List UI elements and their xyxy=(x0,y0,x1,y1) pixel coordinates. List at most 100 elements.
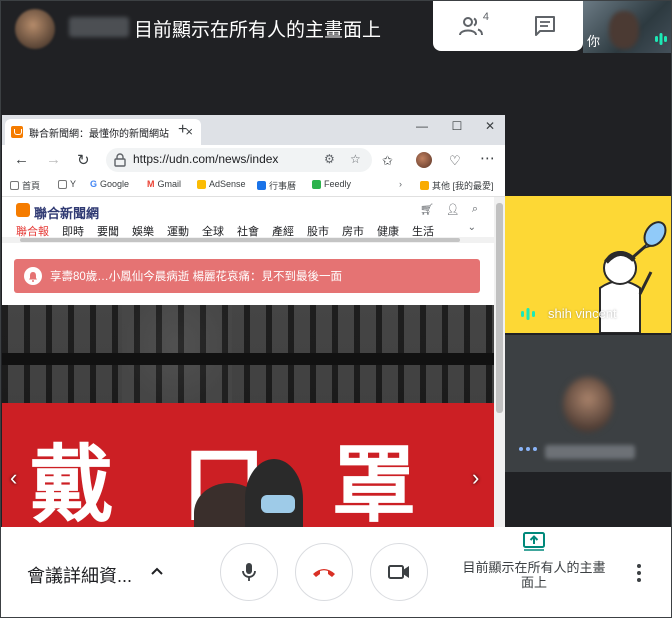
banner-character: 戴 xyxy=(30,435,115,527)
cart-icon[interactable]: 🛒︎ xyxy=(420,203,434,216)
user-icon[interactable]: 👤︎ xyxy=(446,203,460,216)
bookmarks-overflow-icon[interactable]: › xyxy=(399,179,402,189)
audio-level-icon xyxy=(521,308,535,320)
presenting-status: 目前顯示在所有人的主畫面上 xyxy=(462,560,606,590)
bookmark-calendar[interactable]: 行事曆 xyxy=(257,179,296,192)
address-bar[interactable]: https://udn.com/news/index ⚙ ☆ xyxy=(106,148,372,172)
shared-screen: 聯合新聞網：最懂你的新聞網站 × + — ☐ ✕ ← → ↻ https://u… xyxy=(2,115,505,527)
bookmark-label: Feedly xyxy=(324,179,352,189)
news-photo[interactable]: 戴 口 罩 ‹ › xyxy=(2,305,494,527)
site-logo[interactable]: 聯合新聞網 xyxy=(34,203,99,222)
horizontal-scrollbar[interactable] xyxy=(2,237,494,243)
audio-dots-icon xyxy=(519,447,537,451)
presenter-name-blurred xyxy=(69,17,129,37)
bookmark-label: Gmail xyxy=(157,179,182,189)
minimize-icon[interactable]: — xyxy=(407,119,437,133)
site-header: 聯合新聞網 🛒︎ 👤︎ ⌕ 聯合報 即時 要聞 娛樂 運動 全球 社會 產經 股… xyxy=(2,197,494,238)
feedly-icon xyxy=(312,179,321,189)
maximize-icon[interactable]: ☐ xyxy=(442,119,472,133)
participant-tile[interactable]: shih vincent xyxy=(505,196,671,333)
gmail-icon: M xyxy=(147,179,155,189)
vertical-scrollbar[interactable] xyxy=(494,197,505,527)
hang-up-icon xyxy=(313,569,335,577)
lock-icon xyxy=(114,153,126,167)
presenter-avatar xyxy=(15,9,55,49)
bookmark-label: 首頁 xyxy=(22,181,41,191)
udn-logo-icon xyxy=(16,203,30,217)
bookmark-other[interactable]: 其他 [我的最愛] xyxy=(420,179,494,192)
google-icon: G xyxy=(90,179,98,189)
profile-avatar[interactable] xyxy=(416,152,432,168)
breaking-news-alert[interactable]: 享壽80歲…小鳳仙今晨病逝 楊麗花哀痛：見不到最後一面 xyxy=(14,259,480,293)
bookmark-home[interactable]: 首頁 xyxy=(10,179,40,192)
star-icon[interactable]: ☆ xyxy=(350,152,361,166)
present-screen-icon xyxy=(523,532,545,551)
chat-button[interactable] xyxy=(525,11,565,41)
feedback-icon[interactable]: ♡ xyxy=(449,153,461,169)
leave-call-button[interactable] xyxy=(295,543,353,601)
alert-text: 享壽80歲…小鳳仙今晨病逝 楊麗花哀痛：見不到最後一面 xyxy=(50,271,342,283)
adsense-icon xyxy=(197,179,206,189)
more-options-icon[interactable] xyxy=(629,561,649,585)
banner-character: 罩 xyxy=(332,435,417,527)
chevron-up-icon[interactable] xyxy=(149,563,165,579)
url-text: https://udn.com/news/index xyxy=(133,152,279,166)
meeting-details-button[interactable]: 會議詳細資... xyxy=(27,562,132,588)
bookmarks-bar: 首頁 Y G Google M Gmail AdSense 行事曆 Feedly ›… xyxy=(2,175,505,197)
mic-button[interactable] xyxy=(220,543,278,601)
bell-icon xyxy=(24,267,42,285)
top-panel: 4 xyxy=(433,1,583,51)
people-count-badge: 4 xyxy=(482,11,489,23)
people-button[interactable]: 4 xyxy=(451,11,491,41)
participant-name-blurred xyxy=(545,445,635,459)
reload-icon[interactable]: ↻ xyxy=(77,151,90,169)
horizontal-scroll-thumb[interactable] xyxy=(20,238,460,242)
carousel-prev-icon[interactable]: ‹ xyxy=(10,465,17,491)
bookmark-label: 行事曆 xyxy=(269,181,297,191)
microphone-icon xyxy=(242,563,256,581)
carousel-next-icon[interactable]: › xyxy=(472,465,479,491)
face-mask xyxy=(261,495,295,513)
present-now-button[interactable]: 目前顯示在所有人的主畫面上 xyxy=(459,531,609,590)
collections-icon[interactable]: ✩ xyxy=(382,153,393,169)
browser-tabstrip: 聯合新聞網：最懂你的新聞網站 × + — ☐ ✕ xyxy=(2,115,505,145)
folder-icon xyxy=(420,181,429,190)
camera-button[interactable] xyxy=(370,543,428,601)
meet-window: 目前顯示在所有人的主畫面上 4 你 聯合新聞網：最懂你的新聞網站 × + — ☐… xyxy=(0,0,672,618)
page-icon xyxy=(58,179,67,189)
people-icon xyxy=(459,17,483,36)
tab-title: 聯合新聞網：最懂你的新聞網站 xyxy=(29,128,169,140)
vertical-scroll-thumb[interactable] xyxy=(496,203,503,413)
bookmark-adsense[interactable]: AdSense xyxy=(197,179,246,189)
control-bar: 會議詳細資... 目前顯示在所有人的主畫面上 xyxy=(1,527,671,617)
nav-expand-icon[interactable]: ⌄ xyxy=(468,222,476,233)
close-window-icon[interactable]: ✕ xyxy=(475,119,505,133)
site-toolbar: 🛒︎ 👤︎ ⌕ xyxy=(420,203,478,216)
back-icon[interactable]: ← xyxy=(14,151,29,168)
bookmark-y[interactable]: Y xyxy=(58,179,76,189)
new-tab-icon[interactable]: + xyxy=(178,121,187,139)
forward-icon[interactable]: → xyxy=(46,151,61,168)
participant-name: shih vincent xyxy=(548,306,617,321)
bookmark-google[interactable]: G Google xyxy=(90,179,129,189)
bookmark-label: Google xyxy=(100,179,130,189)
self-video-face xyxy=(609,11,639,49)
bookmark-label: AdSense xyxy=(209,179,246,189)
participant-video-face xyxy=(563,377,613,432)
bookmark-label: 其他 [我的最愛] xyxy=(432,181,494,191)
browser-tab[interactable]: 聯合新聞網：最懂你的新聞網站 × xyxy=(5,119,201,145)
browser-menu-icon[interactable]: ⋯ xyxy=(480,149,495,167)
calendar-icon xyxy=(257,181,266,190)
bookmark-feedly[interactable]: Feedly xyxy=(312,179,351,189)
video-camera-icon xyxy=(388,565,409,579)
page-icon xyxy=(10,181,19,190)
tracking-icon[interactable]: ⚙ xyxy=(324,152,335,166)
presenting-title: 目前顯示在所有人的主畫面上 xyxy=(134,20,382,41)
self-video-tile[interactable]: 你 xyxy=(583,1,671,53)
participant-tile[interactable] xyxy=(505,335,671,472)
bookmark-gmail[interactable]: M Gmail xyxy=(147,179,181,189)
presenter-header: 目前顯示在所有人的主畫面上 xyxy=(1,1,431,53)
audio-level-icon xyxy=(655,33,667,45)
site-search-icon[interactable]: ⌕ xyxy=(472,203,478,216)
photo-fence-rail xyxy=(2,353,494,365)
